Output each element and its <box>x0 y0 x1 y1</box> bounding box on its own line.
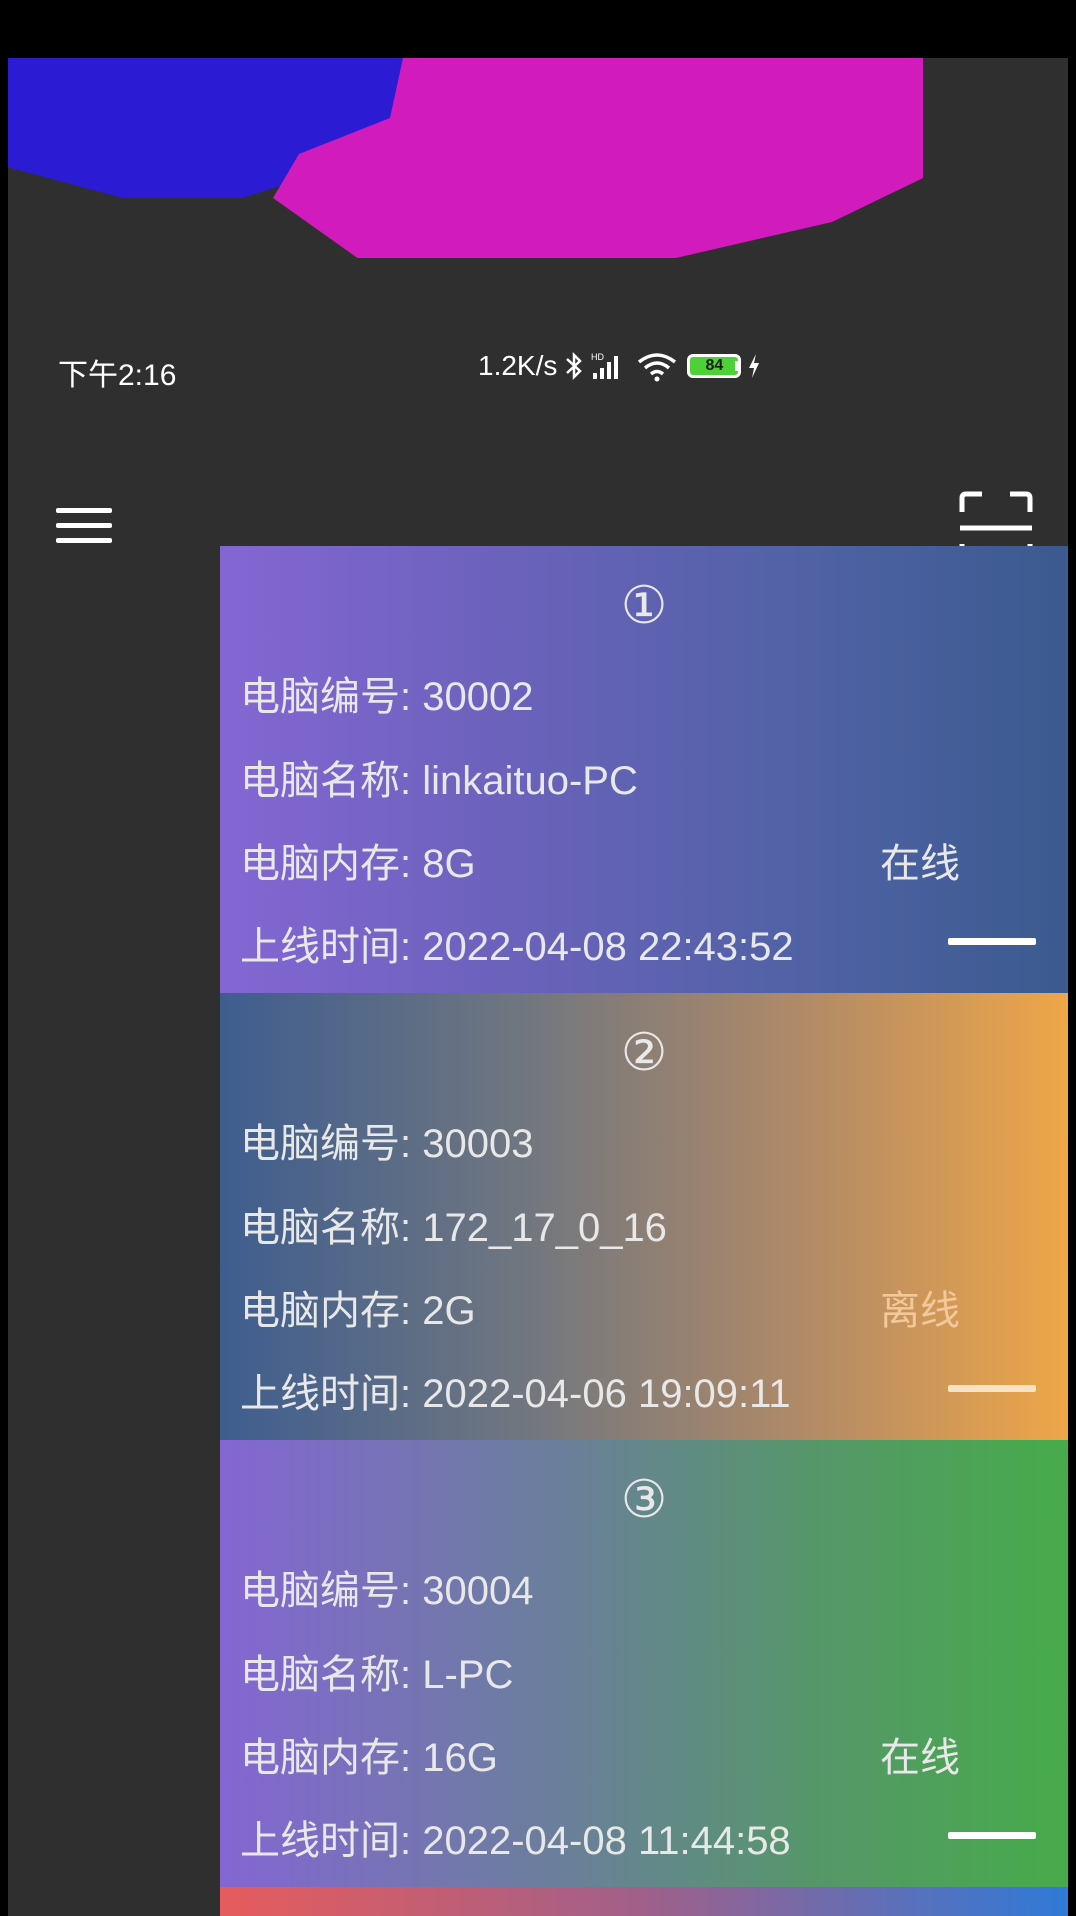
network-speed: 1.2K/s <box>478 350 558 381</box>
charging-icon <box>747 348 761 384</box>
computer-card[interactable]: ③ 电脑编号: 30004 电脑名称: L-PC 电脑内存: 16G 在线 上线… <box>220 1440 1068 1887</box>
online-time: 上线时间: 2022-04-06 19:09:11 <box>240 1372 791 1416</box>
remove-icon[interactable] <box>948 1385 1036 1392</box>
card-index: ① <box>620 576 668 636</box>
computer-number: 电脑编号: 30002 <box>240 675 534 719</box>
battery-icon: 84 <box>687 348 742 384</box>
bluetooth-icon <box>565 348 583 384</box>
app-screen: 下午2:16 1.2K/s HD 84 ① 电脑编号: 30002 电脑名称: … <box>8 58 1068 1916</box>
card-index: ② <box>620 1023 668 1083</box>
remove-icon[interactable] <box>948 1832 1036 1839</box>
remove-icon[interactable] <box>948 938 1036 945</box>
computer-number: 电脑编号: 30004 <box>240 1569 534 1613</box>
status-badge: 在线 <box>880 841 960 887</box>
computer-name: 电脑名称: L-PC <box>240 1653 514 1697</box>
online-time: 上线时间: 2022-04-08 22:43:52 <box>240 925 794 969</box>
status-bar: 下午2:16 1.2K/s HD 84 <box>8 344 1068 394</box>
hd-signal-icon: HD <box>591 348 627 384</box>
status-icons: 1.2K/s HD 84 <box>478 348 761 384</box>
computer-card[interactable]: ① 电脑编号: 30002 电脑名称: linkaituo-PC 电脑内存: 8… <box>220 546 1068 993</box>
battery-level: 84 <box>687 354 742 378</box>
wifi-icon <box>635 348 679 384</box>
computer-name: 电脑名称: 172_17_0_16 <box>240 1206 667 1250</box>
computer-card-partial[interactable] <box>220 1887 1068 1916</box>
online-time: 上线时间: 2022-04-08 11:44:58 <box>240 1819 791 1863</box>
status-badge: 在线 <box>880 1735 960 1781</box>
status-time: 下午2:16 <box>58 359 177 392</box>
computer-memory: 电脑内存: 2G <box>240 1289 476 1333</box>
computer-memory: 电脑内存: 16G <box>240 1736 498 1780</box>
computer-card[interactable]: ② 电脑编号: 30003 电脑名称: 172_17_0_16 电脑内存: 2G… <box>220 993 1068 1440</box>
status-badge: 离线 <box>880 1288 960 1334</box>
computer-list: ① 电脑编号: 30002 电脑名称: linkaituo-PC 电脑内存: 8… <box>220 546 1068 1916</box>
card-index: ③ <box>620 1470 668 1530</box>
computer-name: 电脑名称: linkaituo-PC <box>240 759 638 803</box>
computer-memory: 电脑内存: 8G <box>240 842 476 886</box>
svg-text:HD: HD <box>591 352 604 362</box>
computer-number: 电脑编号: 30003 <box>240 1122 534 1166</box>
hamburger-menu-icon[interactable] <box>56 508 112 552</box>
promo-banner <box>8 58 1068 268</box>
